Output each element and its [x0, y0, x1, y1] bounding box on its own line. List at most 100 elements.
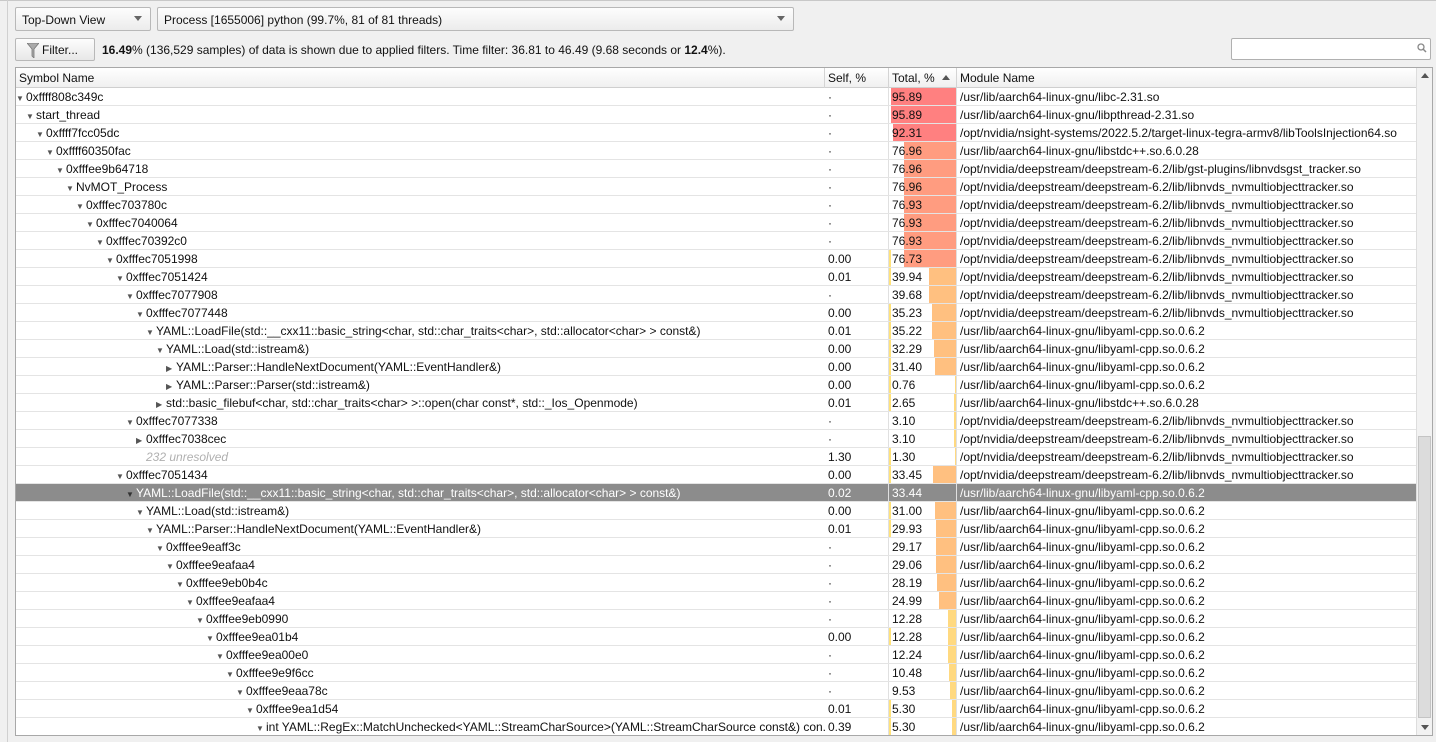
self-cell: 0.00 — [825, 376, 889, 393]
column-header-symbol[interactable]: Symbol Name — [16, 68, 825, 88]
table-row[interactable]: ▼ 0xfffee9eb0990 · 12.28 /usr/lib/aarch64… — [16, 610, 1417, 628]
table-row[interactable]: ▼ 0xfffec7051434 0.00 33.45 /opt/nvidia/d… — [16, 466, 1417, 484]
table-row[interactable]: ▶ 0xfffec7038cec · 3.10 /opt/nvidia/deeps… — [16, 430, 1417, 448]
symbol-cell: ▼ 0xfffee9ea00e0 — [16, 646, 825, 663]
expand-arrow-down-icon[interactable]: ▼ — [66, 184, 76, 193]
expand-arrow-down-icon[interactable]: ▼ — [216, 652, 226, 661]
expand-arrow-down-icon[interactable]: ▼ — [16, 94, 26, 103]
collapse-arrow-right-icon[interactable]: ▶ — [156, 400, 166, 409]
table-row[interactable]: ▼ 0xfffee9ea1d54 0.01 5.30 /usr/lib/aarch… — [16, 700, 1417, 718]
expand-arrow-down-icon[interactable]: ▼ — [46, 148, 56, 157]
table-row[interactable]: ▼ 0xfffee9eaff3c · 29.17 /usr/lib/aarch64… — [16, 538, 1417, 556]
table-row[interactable]: ▼ 0xfffec7077338 · 3.10 /opt/nvidia/deeps… — [16, 412, 1417, 430]
table-row[interactable]: ▼ int YAML::RegEx::MatchUnchecked<YAML::S… — [16, 718, 1417, 735]
expand-arrow-down-icon[interactable]: ▼ — [206, 634, 216, 643]
table-row[interactable]: ▼ 0xfffec7040064 · 76.93 /opt/nvidia/deep… — [16, 214, 1417, 232]
table-row[interactable]: ▼ YAML::Load(std::istream&) 0.00 32.29 /u… — [16, 340, 1417, 358]
symbol-name: 0xffff60350fac — [56, 144, 131, 158]
expand-arrow-down-icon[interactable]: ▼ — [26, 112, 36, 121]
expand-arrow-down-icon[interactable]: ▼ — [236, 688, 246, 697]
expand-arrow-down-icon[interactable]: ▼ — [126, 418, 136, 427]
expand-arrow-down-icon[interactable]: ▼ — [246, 706, 256, 715]
table-row[interactable]: ▼ 0xffff60350fac · 76.96 /usr/lib/aarch64… — [16, 142, 1417, 160]
vertical-scrollbar[interactable] — [1416, 68, 1432, 735]
symbol-name: YAML::Load(std::istream&) — [146, 504, 290, 518]
expand-arrow-down-icon[interactable]: ▼ — [156, 544, 166, 553]
total-bar — [934, 358, 956, 375]
expand-arrow-down-icon[interactable]: ▼ — [96, 238, 106, 247]
symbol-cell: ▼ 0xfffee9eb0b4c — [16, 574, 825, 591]
expand-arrow-down-icon[interactable]: ▼ — [86, 220, 96, 229]
table-row[interactable]: ▼ 0xfffec7051998 0.00 76.73 /opt/nvidia/d… — [16, 250, 1417, 268]
column-header-self[interactable]: Self, % — [825, 68, 889, 88]
table-row[interactable]: ▼ 0xfffec7051424 0.01 39.94 /opt/nvidia/d… — [16, 268, 1417, 286]
column-header-module[interactable]: Module Name — [957, 68, 1417, 88]
scrollbar-thumb[interactable] — [1418, 436, 1431, 718]
view-mode-dropdown[interactable]: Top-Down View — [15, 7, 151, 31]
expand-arrow-down-icon[interactable]: ▼ — [256, 724, 266, 733]
table-row[interactable]: ▶ std::basic_filebuf<char, std::char_trai… — [16, 394, 1417, 412]
table-row[interactable]: ▼ 0xfffee9e9f6cc · 10.48 /usr/lib/aarch64… — [16, 664, 1417, 682]
table-row[interactable]: ▼ start_thread · 95.89 /usr/lib/aarch64-l… — [16, 106, 1417, 124]
total-cell: 29.06 — [889, 556, 957, 573]
table-row[interactable]: ▶ YAML::Parser::Parser(std::istream&) 0.0… — [16, 376, 1417, 394]
expand-arrow-down-icon[interactable]: ▼ — [36, 130, 46, 139]
table-row[interactable]: ▼ 0xfffee9eb0b4c · 28.19 /usr/lib/aarch64… — [16, 574, 1417, 592]
table-row[interactable]: ▼ 0xfffee9ea00e0 · 12.24 /usr/lib/aarch64… — [16, 646, 1417, 664]
table-row[interactable]: ▼ YAML::LoadFile(std::__cxx11::basic_stri… — [16, 322, 1417, 340]
table-row[interactable]: 232 unresolved 1.30 1.30 /opt/nvidia/dee… — [16, 448, 1417, 466]
table-row[interactable]: ▶ YAML::Parser::HandleNextDocument(YAML::… — [16, 358, 1417, 376]
table-row[interactable]: ▼ 0xfffee9eafaa4 · 24.99 /usr/lib/aarch64… — [16, 592, 1417, 610]
table-row[interactable]: ▼ 0xffff7fcc05dc · 92.31 /opt/nvidia/nsig… — [16, 124, 1417, 142]
expand-arrow-down-icon[interactable]: ▼ — [146, 526, 156, 535]
table-row[interactable]: ▼ 0xfffec7077448 0.00 35.23 /opt/nvidia/d… — [16, 304, 1417, 322]
table-row[interactable]: ▼ 0xfffec7077908 · 39.68 /opt/nvidia/deep… — [16, 286, 1417, 304]
collapse-arrow-right-icon[interactable]: ▶ — [166, 364, 176, 373]
total-bar — [934, 502, 956, 519]
table-row[interactable]: ▼ 0xfffee9eafaa4 · 29.06 /usr/lib/aarch64… — [16, 556, 1417, 574]
expand-arrow-down-icon[interactable]: ▼ — [136, 508, 146, 517]
call-tree-table[interactable]: Symbol Name Self, % Total, % Module Name… — [15, 67, 1433, 736]
table-row[interactable]: ▼ NvMOT_Process · 76.96 /opt/nvidia/deeps… — [16, 178, 1417, 196]
expand-arrow-down-icon[interactable]: ▼ — [136, 310, 146, 319]
expand-arrow-down-icon[interactable]: ▼ — [126, 490, 136, 499]
total-bar — [933, 466, 956, 483]
symbol-cell: ▼ 0xfffec7051434 — [16, 466, 825, 483]
column-header-total[interactable]: Total, % — [889, 68, 957, 88]
table-header: Symbol Name Self, % Total, % Module Name — [16, 68, 1417, 88]
process-dropdown[interactable]: Process [1655006] python (99.7%, 81 of 8… — [157, 7, 794, 31]
search-input[interactable] — [1231, 38, 1431, 60]
expand-arrow-down-icon[interactable]: ▼ — [56, 166, 66, 175]
expand-arrow-down-icon[interactable]: ▼ — [146, 328, 156, 337]
table-row[interactable]: ▼ 0xfffec70392c0 · 76.93 /opt/nvidia/deep… — [16, 232, 1417, 250]
table-row[interactable]: ▼ YAML::LoadFile(std::__cxx11::basic_stri… — [16, 484, 1417, 502]
symbol-name: 0xfffee9ea01b4 — [216, 630, 299, 644]
left-splitter[interactable] — [7, 0, 8, 742]
expand-arrow-down-icon[interactable]: ▼ — [186, 598, 196, 607]
table-row[interactable]: ▼ 0xfffec703780c · 76.93 /opt/nvidia/deep… — [16, 196, 1417, 214]
table-row[interactable]: ▼ 0xfffee9b64718 · 76.96 /opt/nvidia/deep… — [16, 160, 1417, 178]
scroll-down-icon[interactable] — [1421, 725, 1429, 730]
expand-arrow-down-icon[interactable]: ▼ — [176, 580, 186, 589]
expand-arrow-down-icon[interactable]: ▼ — [76, 202, 86, 211]
table-row[interactable]: ▼ 0xffff808c349c · 95.89 /usr/lib/aarch64… — [16, 88, 1417, 106]
table-row[interactable]: ▼ YAML::Load(std::istream&) 0.00 31.00 /u… — [16, 502, 1417, 520]
expand-arrow-down-icon[interactable]: ▼ — [126, 292, 136, 301]
expand-arrow-down-icon[interactable]: ▼ — [166, 562, 176, 571]
scroll-up-icon[interactable] — [1421, 73, 1429, 78]
expand-arrow-down-icon[interactable]: ▼ — [116, 472, 126, 481]
module-cell: /opt/nvidia/deepstream/deepstream-6.2/li… — [960, 216, 1354, 230]
collapse-arrow-right-icon[interactable]: ▶ — [136, 436, 146, 445]
collapse-arrow-right-icon[interactable]: ▶ — [166, 382, 176, 391]
expand-arrow-down-icon[interactable]: ▼ — [196, 616, 206, 625]
self-cell: · — [825, 160, 889, 177]
table-row[interactable]: ▼ 0xfffee9eaa78c · 9.53 /usr/lib/aarch64-… — [16, 682, 1417, 700]
filter-button[interactable]: Filter... — [15, 38, 95, 61]
table-row[interactable]: ▼ 0xfffee9ea01b4 0.00 12.28 /usr/lib/aarc… — [16, 628, 1417, 646]
expand-arrow-down-icon[interactable]: ▼ — [116, 274, 126, 283]
total-value: 12.28 — [892, 630, 923, 644]
expand-arrow-down-icon[interactable]: ▼ — [226, 670, 236, 679]
expand-arrow-down-icon[interactable]: ▼ — [156, 346, 166, 355]
expand-arrow-down-icon[interactable]: ▼ — [106, 256, 116, 265]
table-row[interactable]: ▼ YAML::Parser::HandleNextDocument(YAML::… — [16, 520, 1417, 538]
